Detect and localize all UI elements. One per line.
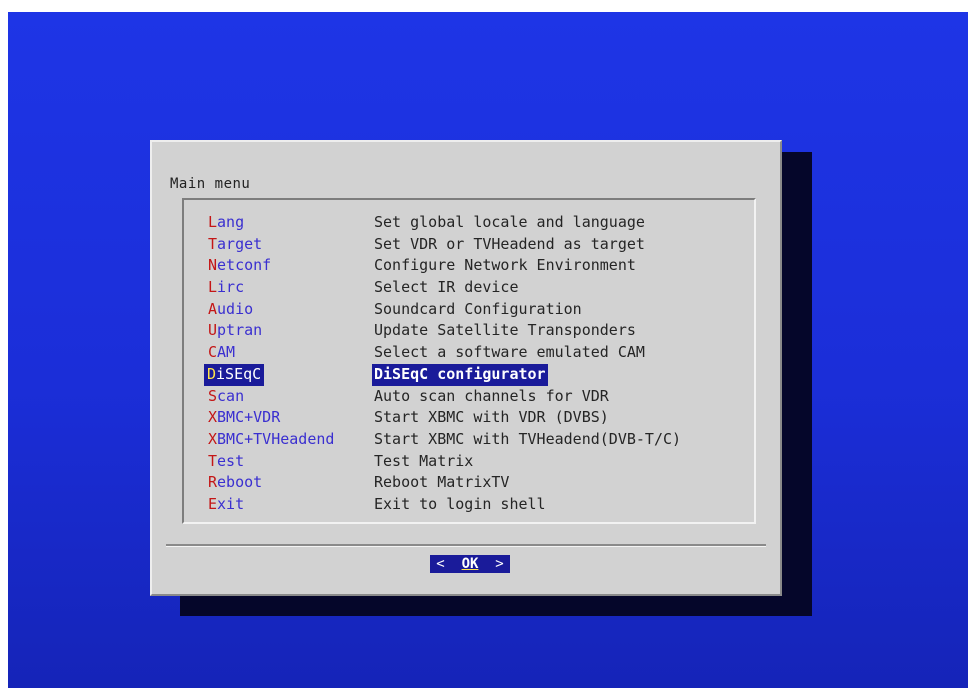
menu-item-tag: DiSEqC	[204, 363, 265, 386]
menu-item-tag-rest: est	[217, 451, 245, 470]
menu-item-tag-rest: can	[217, 386, 245, 405]
menu-item-diseqc[interactable]: DiSEqC DiSEqC configurator	[204, 363, 683, 386]
menu-item-hotkey: N	[208, 256, 218, 275]
menu-item-tag: XBMC+VDR	[204, 407, 372, 429]
ok-button[interactable]: < OK >	[430, 555, 510, 573]
menu-item-tag-rest: ang	[217, 213, 245, 231]
menu-item-tag-rest: eboot	[217, 473, 263, 492]
menu-item-tag-rest: irc	[217, 278, 245, 297]
menu-item-hotkey: S	[208, 386, 218, 405]
menu-item-description: Start XBMC with VDR (DVBS)	[374, 408, 609, 427]
menu-item-hotkey: X	[208, 408, 218, 427]
menu-item-description: Configure Network Environment	[374, 256, 636, 275]
menu-item-hotkey: A	[208, 299, 218, 318]
menu-list: Lang Set global locale and language Target…	[204, 212, 683, 516]
ok-left-bracket: <	[436, 556, 445, 572]
menu-item-netconf[interactable]: Netconf Configure Network Environment	[204, 255, 683, 277]
menu-item-tag-rest: BMC+VDR	[217, 408, 281, 427]
menu-item-hotkey: D	[207, 364, 217, 383]
menu-item-audio[interactable]: Audio Soundcard Configuration	[204, 299, 683, 321]
ok-right-bracket: >	[495, 556, 504, 572]
dialog-title: Main menu	[170, 176, 251, 192]
menu-item-tag: XBMC+TVHeadend	[204, 429, 372, 451]
menu-item-tag: Lang	[204, 212, 372, 234]
menu-item-hotkey: U	[208, 321, 218, 340]
menu-item-target[interactable]: Target Set VDR or TVHeadend as target	[204, 234, 683, 256]
menu-item-tag-rest: arget	[217, 234, 263, 253]
menu-item-description: Reboot MatrixTV	[374, 473, 510, 492]
menu-item-tag: Netconf	[204, 255, 372, 277]
menu-item-exit[interactable]: Exit Exit to login shell	[204, 494, 683, 516]
menu-item-cam[interactable]: CAM Select a software emulated CAM	[204, 342, 683, 364]
menu-item-scan[interactable]: Scan Auto scan channels for VDR	[204, 386, 683, 408]
menu-item-description: Soundcard Configuration	[374, 299, 582, 318]
menu-item-description: Auto scan channels for VDR	[374, 386, 609, 405]
menu-item-tag-rest: BMC+TVHeadend	[217, 429, 335, 448]
menu-item-hotkey: L	[208, 213, 218, 231]
menu-item-description: Set VDR or TVHeadend as target	[374, 234, 645, 253]
menu-item-tag: Lirc	[204, 277, 372, 299]
menu-item-tag-rest: ptran	[217, 321, 263, 340]
menu-item-test[interactable]: Test Test Matrix	[204, 451, 683, 473]
main-menu-dialog: Main menu Lang Set global locale and lang…	[150, 140, 782, 596]
menu-item-tag-rest: etconf	[217, 256, 272, 275]
menu-item-lirc[interactable]: Lirc Select IR device	[204, 277, 683, 299]
menu-item-description: Select a software emulated CAM	[374, 343, 645, 362]
menu-item-tag-rest: AM	[217, 343, 236, 362]
menu-item-description: Update Satellite Transponders	[374, 321, 636, 340]
ok-label: OK	[461, 556, 479, 572]
menu-item-tag: CAM	[204, 342, 372, 364]
menu-item-tag-rest: xit	[217, 494, 245, 513]
console-screen: Main menu Lang Set global locale and lang…	[8, 12, 968, 688]
menu-item-tag: Exit	[204, 494, 372, 516]
menu-item-uptran[interactable]: Uptran Update Satellite Transponders	[204, 320, 683, 342]
button-divider	[166, 544, 766, 547]
menu-item-hotkey: L	[208, 278, 218, 297]
menu-item-description: DiSEqC configurator	[372, 363, 548, 386]
menu-item-description: Select IR device	[374, 278, 519, 297]
menu-item-tag: Test	[204, 451, 372, 473]
menu-item-reboot[interactable]: Reboot Reboot MatrixTV	[204, 472, 683, 494]
menu-item-xbmc-vdr[interactable]: XBMC+VDR Start XBMC with VDR (DVBS)	[204, 407, 683, 429]
menu-item-description: Set global locale and language	[374, 213, 645, 231]
menu-item-xbmc-tvheadend[interactable]: XBMC+TVHeadend Start XBMC with TVHeadend(…	[204, 429, 683, 451]
menu-item-hotkey: R	[208, 473, 218, 492]
menu-item-tag: Target	[204, 234, 372, 256]
menu-item-tag-rest: iSEqC	[216, 364, 262, 383]
menu-item-description: Exit to login shell	[374, 494, 546, 513]
menu-item-hotkey: E	[208, 494, 218, 513]
menu-item-tag-rest: udio	[217, 299, 254, 318]
menu-item-hotkey: C	[208, 343, 218, 362]
menu-item-hotkey: X	[208, 429, 218, 448]
menu-item-tag: Scan	[204, 386, 372, 408]
menu-item-hotkey: T	[208, 234, 218, 253]
menu-item-tag: Reboot	[204, 472, 372, 494]
menu-item-lang[interactable]: Lang Set global locale and language	[204, 212, 683, 234]
menu-item-tag: Audio	[204, 299, 372, 321]
menu-item-hotkey: T	[208, 451, 218, 470]
menu-item-description: Test Matrix	[374, 451, 474, 470]
menu-box: Lang Set global locale and language Target…	[182, 198, 756, 524]
menu-item-tag: Uptran	[204, 320, 372, 342]
menu-item-description: Start XBMC with TVHeadend(DVB-T/C)	[374, 429, 682, 448]
